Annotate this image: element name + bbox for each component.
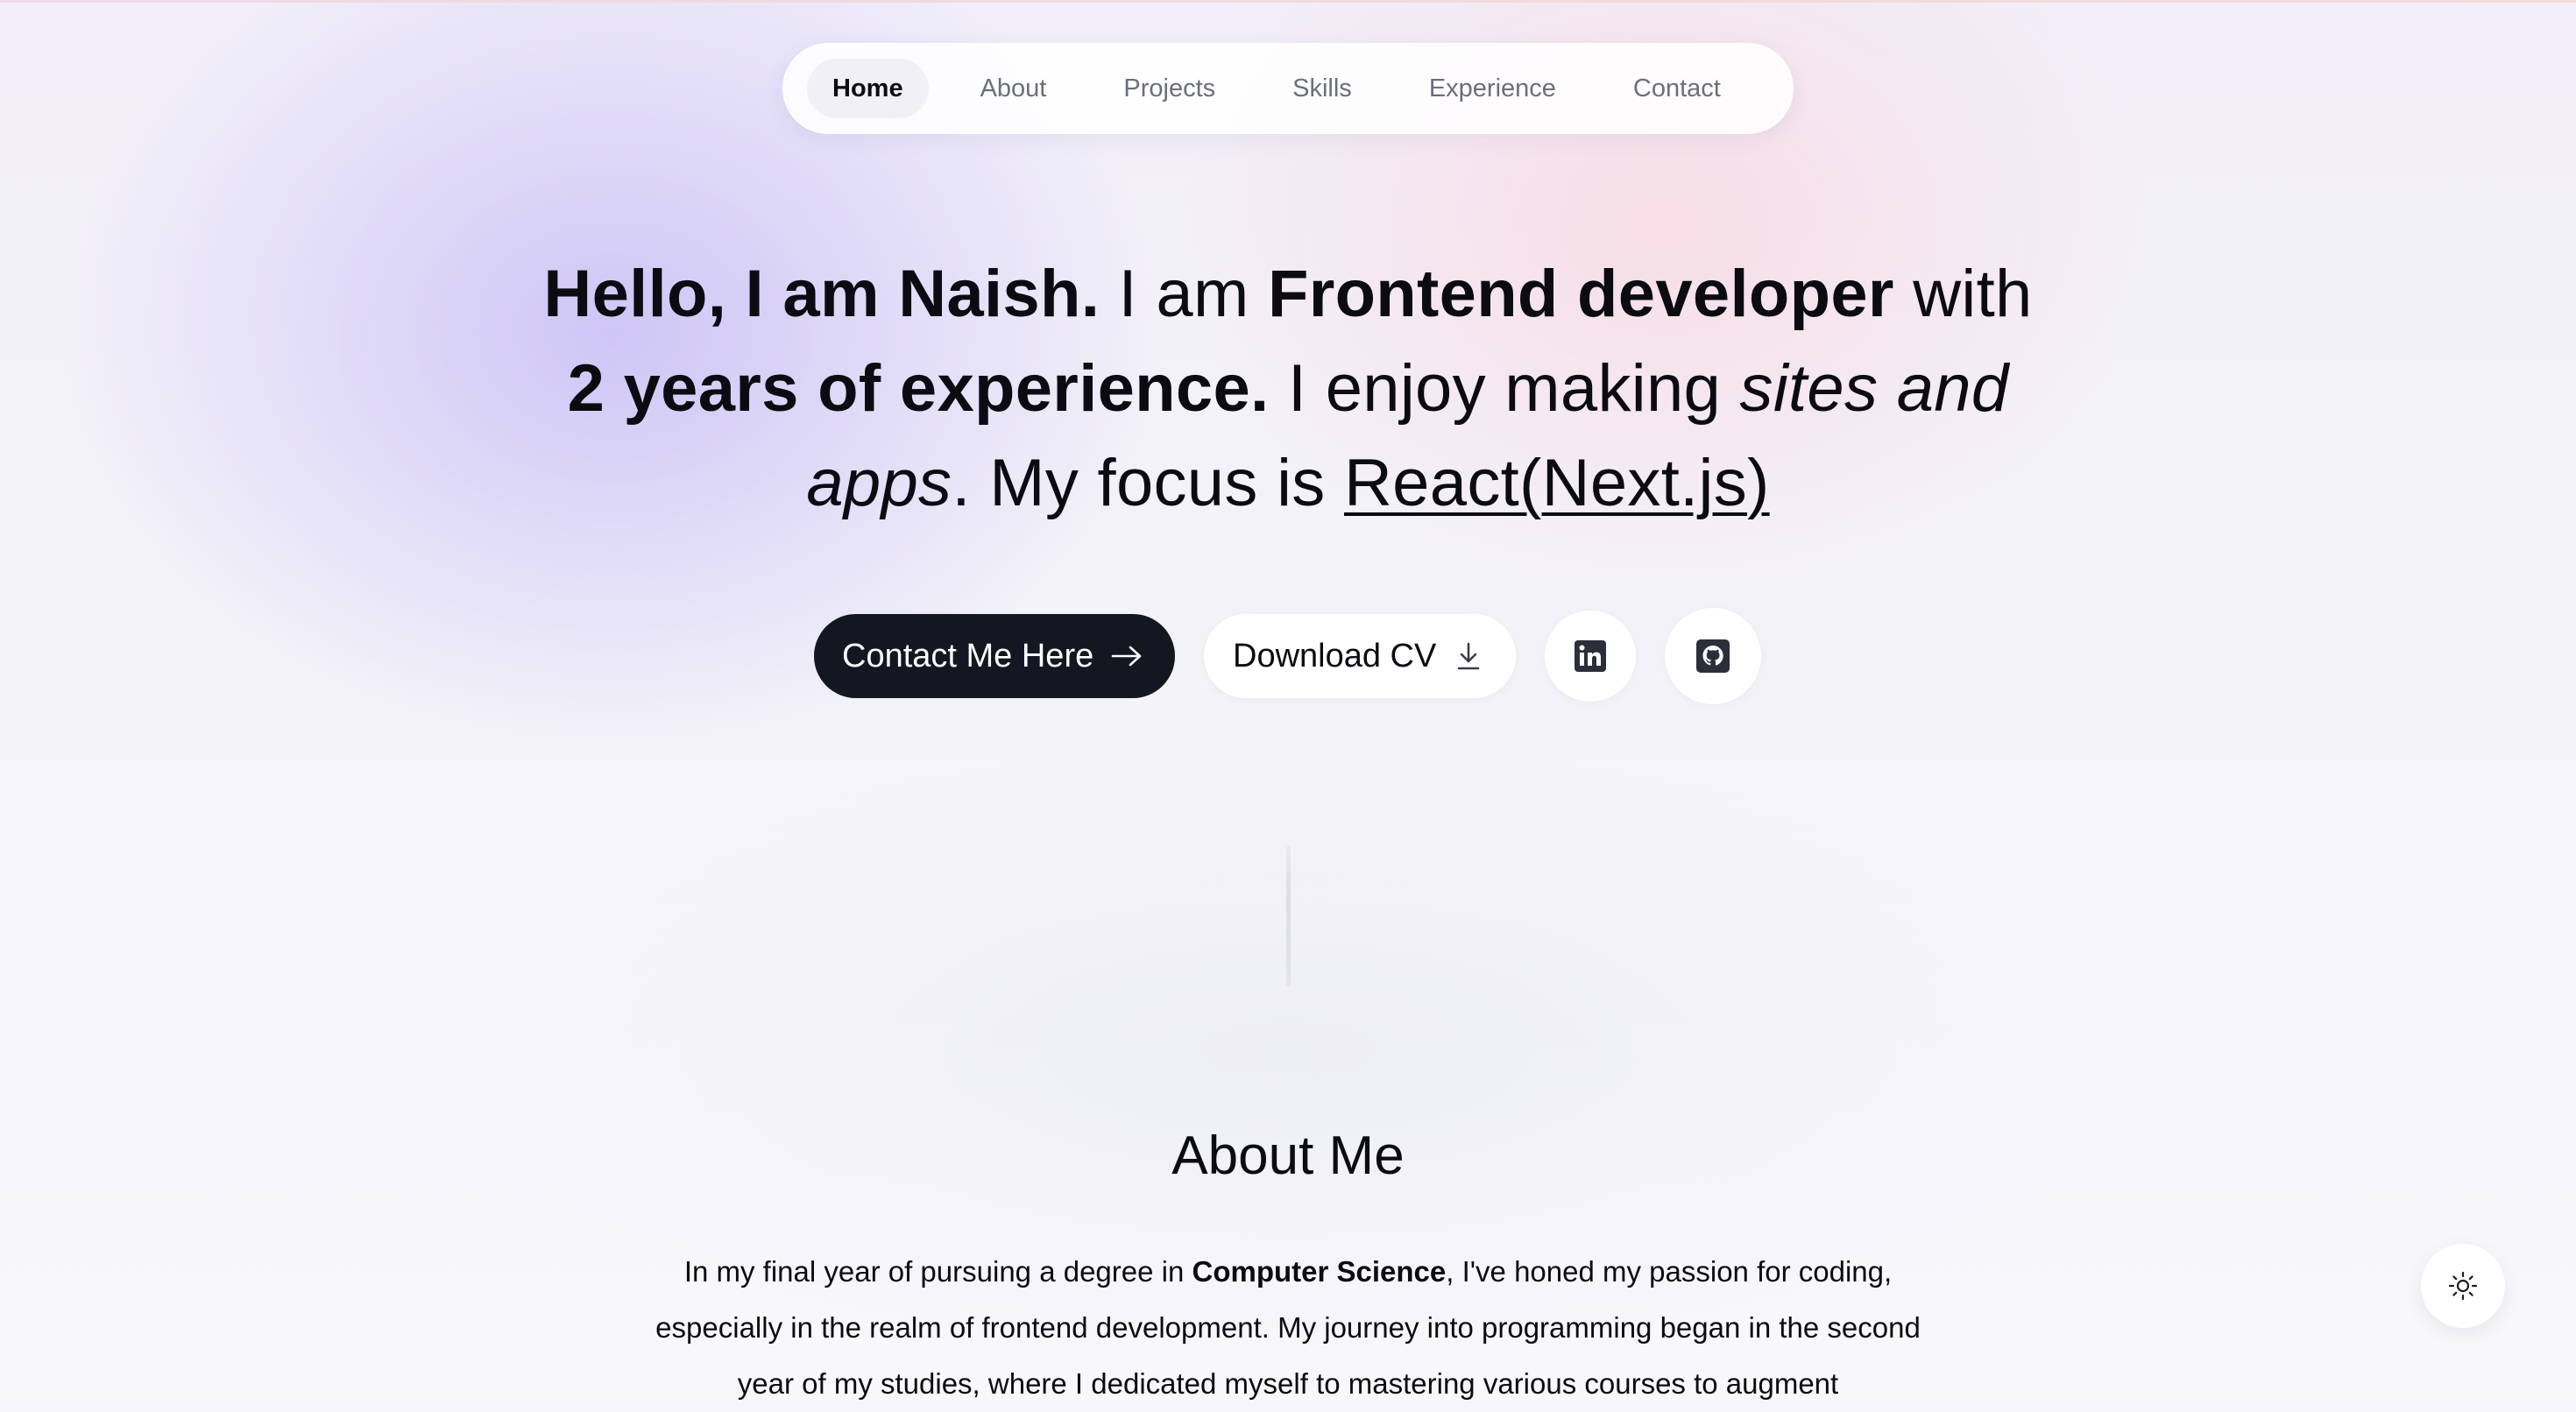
download-icon: [1457, 641, 1480, 671]
about-paragraph: In my final year of pursuing a degree in…: [631, 1244, 1945, 1412]
nav-item-contact[interactable]: Contact: [1608, 59, 1746, 118]
section-divider: [1286, 846, 1291, 986]
nav-item-home[interactable]: Home: [807, 59, 929, 118]
nav-item-skills[interactable]: Skills: [1267, 59, 1377, 118]
linkedin-button[interactable]: [1545, 611, 1636, 702]
contact-me-button[interactable]: Contact Me Here: [814, 614, 1175, 698]
theme-toggle-button[interactable]: [2421, 1244, 2505, 1328]
page-background: [0, 0, 2576, 1400]
main-nav: Home About Projects Skills Experience Co…: [782, 43, 1794, 134]
top-accent-line: [0, 0, 2576, 3]
hero-enjoy: I enjoy making: [1269, 351, 1740, 426]
hero-greeting: Hello, I am Naish.: [543, 257, 1100, 331]
hero-with: with: [1893, 257, 2033, 331]
arrow-right-icon: [1111, 645, 1143, 667]
hero-tech-focus: React(Next.js): [1344, 446, 1770, 520]
nav-item-experience[interactable]: Experience: [1404, 59, 1582, 118]
about-title: About Me: [1171, 1126, 1405, 1186]
nav-item-projects[interactable]: Projects: [1098, 59, 1241, 118]
about-degree: Computer Science: [1192, 1255, 1447, 1288]
hero-role: Frontend developer: [1267, 257, 1894, 331]
github-icon: [1696, 639, 1730, 673]
about-text-start: In my final year of pursuing a degree in: [683, 1255, 1192, 1288]
hero-i-am: I am: [1100, 257, 1268, 331]
download-cv-label: Download CV: [1233, 637, 1437, 674]
download-cv-button[interactable]: Download CV: [1204, 614, 1516, 698]
hero-intro: Hello, I am Naish. I am Frontend develop…: [543, 247, 2033, 531]
hero-focus: . My focus is: [952, 446, 1344, 520]
hero-experience: 2 years of experience.: [567, 351, 1270, 426]
nav-item-about[interactable]: About: [955, 59, 1072, 118]
sun-icon: [2448, 1271, 2478, 1301]
github-button[interactable]: [1665, 608, 1761, 704]
linkedin-icon: [1575, 640, 1606, 672]
contact-me-label: Contact Me Here: [842, 637, 1094, 674]
